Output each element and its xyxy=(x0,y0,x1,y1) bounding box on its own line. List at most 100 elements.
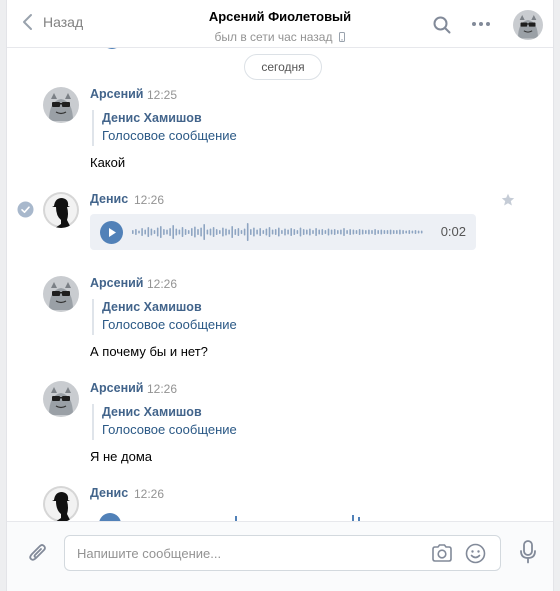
waveform-bar xyxy=(135,229,137,235)
waveform-bar xyxy=(411,230,414,234)
waveform-bar xyxy=(343,228,345,236)
message-text: Какой xyxy=(90,155,126,170)
waveform-bar xyxy=(302,229,305,235)
waveform-bar xyxy=(200,227,202,237)
waveform-bar xyxy=(417,230,420,234)
forwarded-message[interactable]: Денис Хамишов Голосовое сообщение xyxy=(92,299,237,335)
waveform-bar xyxy=(274,229,277,235)
search-icon[interactable] xyxy=(433,16,451,34)
waveform-bar xyxy=(386,230,389,234)
message: Денис 12:26 xyxy=(7,486,553,521)
status-text: был в сети час назад xyxy=(214,30,333,44)
partial-voice-message xyxy=(107,48,117,49)
waveform-bar xyxy=(172,225,174,239)
message-time[interactable]: 12:26 xyxy=(147,382,177,396)
message-time[interactable]: 12:26 xyxy=(134,193,164,207)
waveform-bar xyxy=(321,229,324,235)
waveform-bar xyxy=(175,228,178,236)
waveform-bar xyxy=(234,229,237,235)
message-feed[interactable]: сегодня Арсений 12:25 Денис Хамишов Голо… xyxy=(7,48,553,521)
message: Денис 12:26 0:02 xyxy=(7,192,553,262)
check-circle-icon xyxy=(17,201,34,218)
avatar[interactable] xyxy=(43,486,79,521)
message: Арсений 12:26 Денис Хамишов Голосовое со… xyxy=(7,381,553,471)
waveform-bar xyxy=(278,227,280,237)
online-status: был в сети час назад xyxy=(215,30,346,44)
message-time[interactable]: 12:26 xyxy=(134,487,164,501)
more-icon[interactable] xyxy=(471,21,491,27)
waveform-bar xyxy=(203,224,205,240)
waveform-bar xyxy=(132,230,134,234)
waveform-bar xyxy=(240,230,243,234)
chat-window: Назад Арсений Фиолетовый был в сети час … xyxy=(6,0,554,591)
waveform-bar xyxy=(349,229,351,235)
waveform-bar xyxy=(178,229,181,235)
avatar[interactable] xyxy=(43,276,79,312)
waveform-bar xyxy=(215,229,218,235)
waveform-bar xyxy=(250,229,252,235)
waveform-bar xyxy=(147,227,150,237)
message-author[interactable]: Денис xyxy=(90,486,128,500)
waveform-bar xyxy=(138,230,140,234)
waveform-bar xyxy=(243,228,246,236)
waveform-bar xyxy=(166,229,168,235)
waveform-bar xyxy=(402,230,404,234)
message-time[interactable]: 12:25 xyxy=(147,88,177,102)
partial-voice-message xyxy=(99,513,360,521)
waveform-bar xyxy=(262,230,265,234)
forward-author[interactable]: Денис Хамишов xyxy=(102,110,237,126)
waveform-bar xyxy=(361,229,364,235)
forward-type-link[interactable]: Голосовое сообщение xyxy=(102,421,237,439)
waveform-bar xyxy=(377,230,379,234)
forward-author[interactable]: Денис Хамишов xyxy=(102,404,237,420)
avatar[interactable] xyxy=(513,10,543,40)
waveform-bar xyxy=(330,229,333,235)
waveform-bar xyxy=(374,229,376,235)
waveform-bar xyxy=(365,230,367,234)
waveform-bar xyxy=(141,228,143,236)
waveform-bar xyxy=(324,230,327,234)
message-composer xyxy=(7,521,553,591)
avatar[interactable] xyxy=(43,192,79,228)
waveform-bar xyxy=(383,230,386,234)
waveform-bar xyxy=(309,228,311,236)
message-author[interactable]: Арсений xyxy=(90,381,144,395)
waveform-bar xyxy=(281,230,283,234)
waveform-bar xyxy=(368,229,370,235)
avatar[interactable] xyxy=(43,87,79,123)
waveform[interactable] xyxy=(132,219,424,245)
paperclip-icon[interactable] xyxy=(27,541,49,565)
message-time[interactable]: 12:26 xyxy=(147,277,177,291)
smile-icon[interactable] xyxy=(465,543,486,564)
waveform-bar xyxy=(352,229,355,235)
forward-type-link[interactable]: Голосовое сообщение xyxy=(102,316,237,334)
avatar[interactable] xyxy=(43,381,79,417)
waveform-bar xyxy=(160,226,162,238)
waveform-bar xyxy=(156,227,159,237)
forwarded-message[interactable]: Денис Хамишов Голосовое сообщение xyxy=(92,404,237,440)
message-input[interactable] xyxy=(77,536,417,570)
microphone-icon[interactable] xyxy=(519,540,537,564)
forward-type-link[interactable]: Голосовое сообщение xyxy=(102,127,237,145)
waveform-bar xyxy=(299,227,302,237)
waveform-bar xyxy=(268,227,271,237)
waveform-bar xyxy=(206,229,209,235)
star-icon[interactable] xyxy=(501,193,515,207)
chat-header: Назад Арсений Фиолетовый был в сети час … xyxy=(7,0,553,48)
message-author[interactable]: Денис xyxy=(90,192,128,206)
message-author[interactable]: Арсений xyxy=(90,87,144,101)
waveform-bar xyxy=(144,229,146,235)
forward-author[interactable]: Денис Хамишов xyxy=(102,299,237,315)
play-icon[interactable] xyxy=(100,221,123,244)
waveform-bar xyxy=(259,228,261,236)
waveform-bar xyxy=(296,230,299,234)
camera-icon[interactable] xyxy=(431,544,453,562)
message-input-box xyxy=(64,535,501,571)
forwarded-message[interactable]: Денис Хамишов Голосовое сообщение xyxy=(92,110,237,146)
waveform-bar xyxy=(355,230,358,234)
date-separator: сегодня xyxy=(244,54,322,80)
phone-icon xyxy=(339,32,346,42)
waveform-bar xyxy=(318,229,320,235)
message-author[interactable]: Арсений xyxy=(90,276,144,290)
waveform-bar xyxy=(197,229,199,235)
